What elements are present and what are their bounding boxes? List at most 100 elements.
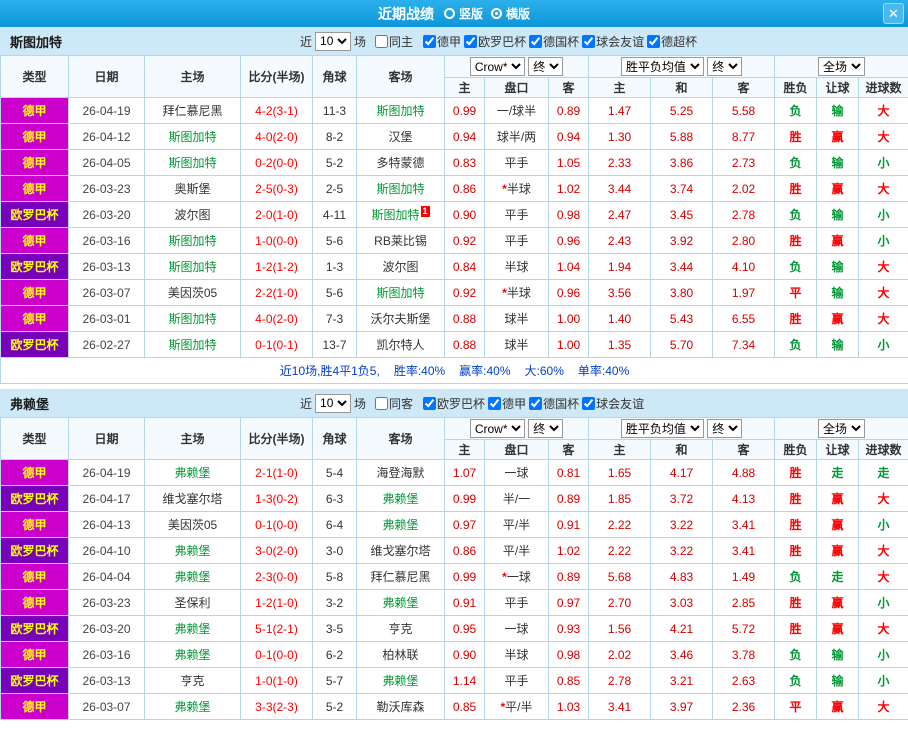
radio-icon[interactable] [491,8,502,19]
radio-icon[interactable] [443,8,455,19]
league-filter-德甲[interactable]: 德甲 [423,33,461,50]
handicap-cell: *半球 [484,175,549,202]
match-row: 德甲 26-03-23 奥斯堡 2-5(0-3) 2-5 斯图加特 0.86 *半球 1.02 3… [0,175,908,202]
league-filter-德国杯[interactable]: 德国杯 [529,395,579,412]
date-cell: 26-03-13 [68,667,145,694]
team-name: 弗赖堡 [174,466,211,480]
league-checkbox-input[interactable] [423,396,437,410]
away-odds-cell: 1.04 [547,253,590,280]
handicap-cell: 一球 [484,459,549,486]
league-checkbox-input[interactable] [464,34,478,48]
avg-type-select[interactable]: 胜平负均值 [620,57,704,76]
corners-cell: 3-5 [312,615,357,642]
team-name: 弗赖堡 [174,570,211,584]
date-cell: 26-03-16 [68,641,145,668]
league-cell: 德甲 [0,511,69,538]
odds-final-select[interactable]: 终 [528,57,564,76]
team-name: 奥斯堡 [174,182,211,196]
match-row: 德甲 26-03-07 弗赖堡 3-3(2-3) 5-2 勒沃库森 0.85 *平/半 1.03… [0,693,908,720]
avg-type-select[interactable]: 胜平负均值 [620,419,704,438]
avg-away-cell: 2.63 [712,667,776,694]
home-odds-cell: 0.94 [444,123,485,150]
scope-select[interactable]: 全场 [818,419,866,438]
odds-company-select[interactable]: Crow* [469,419,525,438]
handicap-cell: 球半/两 [484,123,549,150]
away-odds-cell: 0.81 [547,459,590,486]
avg-draw-cell: 3.44 [650,253,714,280]
league-checkbox-input[interactable] [529,396,543,410]
date-cell: 26-04-17 [68,485,145,512]
away-team-cell: 勒沃库森 [356,693,445,720]
league-checkbox-input[interactable] [582,396,596,410]
filter-bar: 近 10 场 同客 欧罗巴杯 德甲 德国杯 球会友谊 [300,389,644,417]
league-checkbox-input[interactable] [647,34,661,48]
away-odds-cell: 0.93 [547,615,590,642]
col-header-goals-result: 进球数 [858,77,908,98]
layout-radio-竖版[interactable]: 竖版 [443,5,483,22]
league-filter-球会友谊[interactable]: 球会友谊 [582,33,644,50]
odds-final-select[interactable]: 终 [528,419,564,438]
outcome-cell: 负 [774,563,818,590]
date-cell: 26-03-13 [68,253,145,280]
score-cell: 4-0(2-0) [240,123,313,150]
match-count-select[interactable]: 10 [315,31,352,51]
avg-final-select[interactable]: 终 [707,419,743,438]
avg-final-select[interactable]: 终 [707,57,743,76]
handicap-cell: 半/一 [484,485,549,512]
league-filter-欧罗巴杯[interactable]: 欧罗巴杯 [423,395,485,412]
league-checkbox-input[interactable] [582,34,596,48]
home-odds-cell: 1.14 [444,667,485,694]
league-checkbox-input[interactable] [423,34,437,48]
goals-result-cell: 大 [858,97,908,124]
away-team-cell: 海登海默 [356,459,445,486]
home-team-cell: 斯图加特 [144,305,241,332]
section-header-band: 斯图加特 近 10 场 同主 德甲 欧罗巴杯 德国杯 球会友谊 德超杯 [0,27,908,55]
same-venue-checkbox-input[interactable] [375,396,389,410]
league-cell: 德甲 [0,693,69,720]
same-venue-checkbox-input[interactable] [375,34,389,48]
odds-company-select[interactable]: Crow* [469,57,525,76]
home-odds-cell: 0.99 [444,563,485,590]
league-checkbox-input[interactable] [529,34,543,48]
corners-cell: 5-4 [312,459,357,486]
outcome-cell: 胜 [774,459,818,486]
league-cell: 德甲 [0,459,69,486]
league-filter-德超杯[interactable]: 德超杯 [647,33,697,50]
league-filter-欧罗巴杯[interactable]: 欧罗巴杯 [464,33,526,50]
handicap-result-cell: 赢 [816,589,860,616]
col-header-type: 类型 [0,417,69,460]
outcome-cell: 胜 [774,589,818,616]
team-name: 弗赖堡 [174,648,211,662]
league-filter-德国杯[interactable]: 德国杯 [529,33,579,50]
same-venue-checkbox[interactable]: 同客 [375,395,413,412]
close-button[interactable]: ✕ [883,3,904,24]
match-row: 德甲 26-04-19 拜仁慕尼黑 4-2(3-1) 11-3 斯图加特 0.99 一/球半 0… [0,97,908,124]
score-cell: 1-3(0-2) [240,485,313,512]
layout-radio-横版[interactable]: 横版 [491,5,530,22]
score-cell: 2-0(1-0) [240,201,313,228]
handicap-cell: 球半 [484,305,549,332]
scope-select[interactable]: 全场 [818,57,866,76]
match-count-select[interactable]: 10 [315,393,352,413]
away-odds-cell: 0.96 [547,227,590,254]
league-label: 球会友谊 [596,396,645,411]
match-row: 德甲 26-03-16 斯图加特 1-0(0-0) 5-6 RB莱比锡 0.92 平手 0.96… [0,227,908,254]
handicap-cell: 半球 [484,641,549,668]
match-row: 德甲 26-03-07 美因茨05 2-2(1-0) 5-6 斯图加特 0.92 *半球 0.9… [0,279,908,306]
summary-stat: 大:60% [524,364,564,378]
col-header-type: 类型 [0,55,69,98]
col-header-score: 比分(半场) [240,417,313,460]
col-header-corner: 角球 [312,417,357,460]
outcome-cell: 平 [774,279,818,306]
avg-select-group: 胜平负均值 终 [588,417,776,440]
league-filter-德甲[interactable]: 德甲 [488,395,526,412]
avg-home-cell: 2.02 [588,641,652,668]
league-filter-球会友谊[interactable]: 球会友谊 [582,395,644,412]
avg-away-cell: 8.77 [712,123,776,150]
league-checkbox-input[interactable] [488,396,502,410]
avg-draw-cell: 3.80 [650,279,714,306]
home-team-cell: 亨克 [144,667,241,694]
away-odds-cell: 0.91 [547,511,590,538]
same-venue-checkbox[interactable]: 同主 [375,33,413,50]
home-team-cell: 弗赖堡 [144,615,241,642]
